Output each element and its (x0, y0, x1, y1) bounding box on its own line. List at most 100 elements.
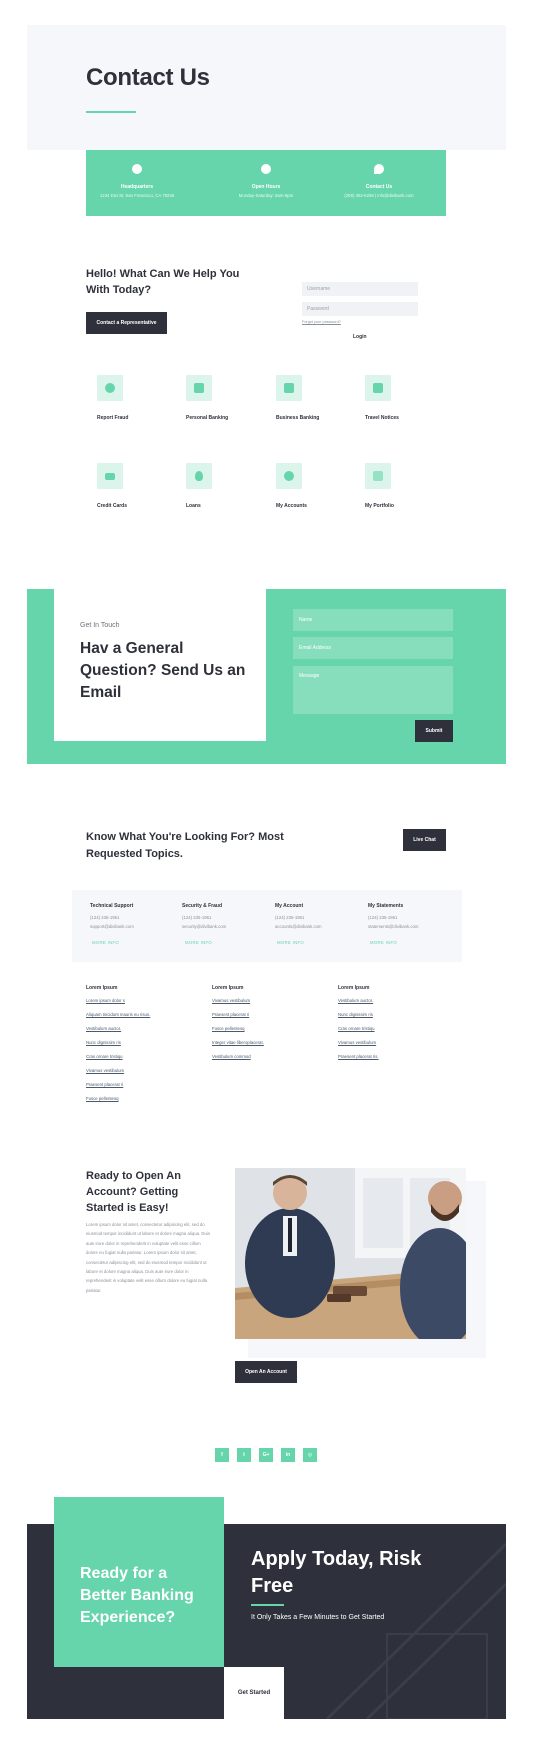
topic-link[interactable]: Praesent placerat ri (86, 1082, 123, 1087)
service-label[interactable]: Business Banking (276, 415, 319, 421)
info-icon (105, 383, 115, 393)
service-label[interactable]: Report Fraud (97, 415, 128, 421)
hello-heading: Hello! What Can We Help You With Today? (86, 268, 240, 296)
topic-link[interactable]: Vestibulum auctor. (86, 1026, 121, 1031)
topic-link[interactable]: Vestibulum auctor. (338, 998, 373, 1003)
service-tile-report-fraud[interactable] (97, 375, 123, 401)
meeting-photo (235, 1168, 466, 1339)
cta-underline (251, 1604, 284, 1606)
more-info-link[interactable]: MORE INFO (370, 940, 397, 945)
service-label[interactable]: Credit Cards (97, 503, 127, 509)
topic-link[interactable]: Cras ornare tristiqu (338, 1026, 375, 1031)
linkedin-icon[interactable]: in (281, 1448, 295, 1462)
topic-title: Security & Fraud (182, 903, 223, 909)
topic-link[interactable]: Fusce pellentesq (86, 1096, 119, 1101)
credit-card-icon (105, 473, 115, 480)
topic-link[interactable]: Nunc dignissim ris (338, 1012, 373, 1017)
message-field[interactable]: Message (293, 666, 453, 714)
service-tile-travel-notices[interactable] (365, 375, 391, 401)
cta-heading: Apply Today, Risk Free (251, 1548, 422, 1597)
topic-email[interactable]: support@divibank.com (90, 924, 134, 929)
topic-title: My Account (275, 903, 304, 909)
link-column-title: Lorem Ipsum (86, 985, 118, 991)
google-plus-icon[interactable]: G+ (259, 1448, 273, 1462)
info-sub: 1234 Divi St. San Francisco, CA 78236 (99, 193, 175, 198)
topic-title: My Statements (368, 903, 404, 909)
info-title: Contact Us (365, 184, 393, 190)
topic-link[interactable]: Vestibulum commod (212, 1054, 251, 1059)
service-label[interactable]: My Portfolio (365, 503, 394, 509)
topic-link[interactable]: Praesent placerat ris. (338, 1054, 379, 1059)
info-title: Headquarters (120, 184, 154, 190)
topic-link[interactable]: Integer vitae liberoplacerat. (212, 1040, 264, 1045)
title-underline (86, 111, 136, 113)
service-tile-business-banking[interactable] (276, 375, 302, 401)
name-field[interactable]: Name (293, 609, 453, 631)
link-column-title: Lorem Ipsum (212, 985, 244, 991)
more-info-link[interactable]: MORE INFO (277, 940, 304, 945)
pie-chart-icon (284, 471, 294, 481)
ready-heading: Ready to Open An Account? Getting Starte… (86, 1170, 181, 1214)
service-label[interactable]: Personal Banking (186, 415, 228, 421)
topic-link[interactable]: Praesent placerat ri (212, 1012, 249, 1017)
clock-icon (261, 164, 271, 174)
topic-link[interactable]: Fusce pellentesq (212, 1026, 245, 1031)
info-title: Open Hours (251, 184, 281, 190)
topic-link[interactable]: Aliquam tincidunt mauris eu risus. (86, 1012, 150, 1017)
topics-heading: Know What You're Looking For? Most Reque… (86, 831, 284, 860)
topic-email[interactable]: accounts@divibank.com (275, 924, 322, 929)
username-field[interactable]: Username (302, 282, 418, 296)
live-chat-button[interactable]: Live Chat (403, 829, 446, 851)
question-eyebrow: Get In Touch (80, 622, 120, 629)
question-heading: Hav a General Question? Send Us an Email (80, 640, 246, 701)
service-tile-loans[interactable] (186, 463, 212, 489)
info-bar: Headquarters 1234 Divi St. San Francisco… (86, 150, 446, 216)
chat-icon (374, 164, 384, 174)
service-tile-my-accounts[interactable] (276, 463, 302, 489)
password-field[interactable]: Password (302, 302, 418, 316)
topic-link[interactable]: Vivamus vestibulum (212, 998, 250, 1003)
topic-title: Technical Support (90, 903, 134, 909)
service-tile-my-portfolio[interactable] (365, 463, 391, 489)
get-started-button[interactable]: Get Started (224, 1667, 284, 1719)
topic-link[interactable]: Vivamus vestibulum (86, 1068, 124, 1073)
topic-link[interactable]: Vivamus vestibulum (338, 1040, 376, 1045)
facebook-icon[interactable]: f (215, 1448, 229, 1462)
bar-chart-icon (373, 471, 383, 481)
submit-button[interactable]: Submit (415, 720, 453, 742)
wallet-icon (194, 383, 204, 393)
topic-email[interactable]: security@divibank.com (182, 924, 226, 929)
open-account-button[interactable]: Open An Account (235, 1361, 297, 1383)
topic-email[interactable]: statements@divibank.com (368, 924, 418, 929)
service-tile-credit-cards[interactable] (97, 463, 123, 489)
topic-link[interactable]: Nunc dignissim ris (86, 1040, 121, 1045)
suitcase-icon (373, 383, 383, 393)
ready-body: Lorem ipsum dolor sit amet, consectetur … (86, 1222, 210, 1293)
link-column-title: Lorem Ipsum (338, 985, 370, 991)
contact-representative-button[interactable]: Contact a Representative (86, 312, 167, 334)
service-label[interactable]: Loans (186, 503, 201, 509)
topic-phone: (124) 235-1951 (275, 915, 305, 920)
cta-left-text: Ready for a Better Banking Experience? (80, 1565, 194, 1626)
login-button[interactable]: Login (353, 334, 367, 340)
service-tile-personal-banking[interactable] (186, 375, 212, 401)
topic-phone: (124) 235-1951 (182, 915, 212, 920)
map-pin-icon (132, 164, 142, 174)
briefcase-icon (284, 383, 294, 393)
service-label[interactable]: My Accounts (276, 503, 307, 509)
email-field[interactable]: Email Address (293, 637, 453, 659)
info-sub: Monday-Saturday: 8am-5pm (238, 193, 294, 198)
topic-link[interactable]: Cras ornare tristiqu (86, 1054, 123, 1059)
topic-phone: (124) 235-1951 (90, 915, 120, 920)
page-title: Contact Us (86, 64, 210, 91)
instagram-icon[interactable]: ◎ (303, 1448, 317, 1462)
topic-phone: (124) 235-1951 (368, 915, 398, 920)
more-info-link[interactable]: MORE INFO (92, 940, 119, 945)
forgot-password-link[interactable]: Forgot your password? (302, 320, 341, 324)
topic-link[interactable]: Lorem ipsum dolor s (86, 998, 125, 1003)
service-label[interactable]: Travel Notices (365, 415, 399, 421)
cta-subtext: It Only Takes a Few Minutes to Get Start… (251, 1614, 385, 1621)
twitter-icon[interactable]: t (237, 1448, 251, 1462)
info-sub: (255) 352-6258 | info@divibank.com (344, 193, 414, 198)
more-info-link[interactable]: MORE INFO (185, 940, 212, 945)
